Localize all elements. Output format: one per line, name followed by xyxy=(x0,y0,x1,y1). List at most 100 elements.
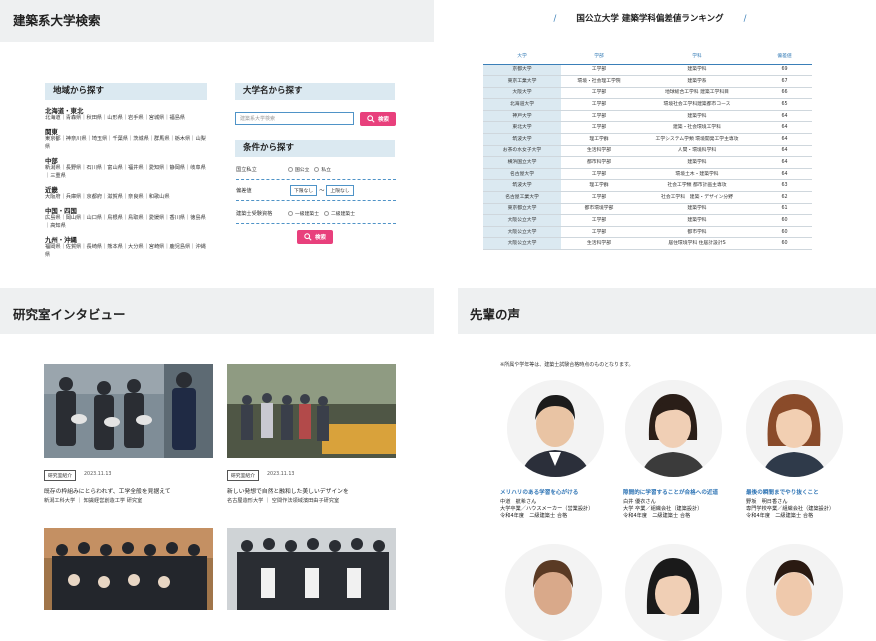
rank-university[interactable]: 大阪公立大学 xyxy=(483,214,561,227)
name-search-label: 大学名から探す xyxy=(235,83,395,100)
rank-faculty: 工学部 xyxy=(561,214,637,227)
voice-name-2: 白井 優衣さん 大学 卒業／組織会社（建築設計） 令和4年度 二級建築士 合格 xyxy=(623,499,703,519)
voice-head-3[interactable]: 最後の瞬間までやり抜くこと xyxy=(746,488,819,496)
rank-score: 64 xyxy=(757,145,812,158)
cond-row-license: 建築士受験資格 一級建築士 二級建築士 xyxy=(236,204,396,224)
table-row: お茶の水女子大学 生活科学部 人間・環境科学科 64 xyxy=(483,145,812,158)
rank-faculty: 理工学群 xyxy=(561,179,637,193)
region-label: 地域から探す xyxy=(45,83,207,100)
voices-note: ※所属や学年等は、建築士試験合格時点のものとなります。 xyxy=(500,362,634,368)
rank-score: 69 xyxy=(757,64,812,77)
voice-photo-1[interactable] xyxy=(507,380,604,477)
interview-title: 研究室インタビュー xyxy=(13,307,126,322)
region-kyushu[interactable]: 九州・沖縄 福岡県｜佐賀県｜長崎県｜熊本県｜大分県｜宮崎県｜鹿児島県｜沖縄県 xyxy=(45,236,210,261)
rank-university[interactable]: 北海道大学 xyxy=(483,98,561,111)
rank-university[interactable]: お茶の水女子大学 xyxy=(483,145,561,158)
interview-header: 研究室インタビュー xyxy=(0,288,434,334)
rank-university[interactable]: 大阪大学 xyxy=(483,87,561,100)
rank-university[interactable]: 筑波大学 xyxy=(483,133,561,146)
university-name-input[interactable]: 建築系大学検索 xyxy=(235,112,354,125)
ranking-table: 大学 学部 学科 偏差値 京都大学 工学部 建築学科 69 東京工業大学 環境・社会理工学… xyxy=(483,47,812,250)
interview-photo-2[interactable] xyxy=(227,364,396,458)
condition-search-button[interactable]: 検索 xyxy=(297,230,333,244)
rank-faculty: 工学部 xyxy=(561,110,637,123)
rank-university[interactable]: 筑波大学 xyxy=(483,179,561,193)
rank-department: 環境社会工学科建築都市コース xyxy=(637,98,757,111)
interview-date-1: 2023.11.13 xyxy=(84,472,112,477)
rank-faculty: 工学部 xyxy=(561,98,637,111)
rank-score: 64 xyxy=(757,168,812,181)
rank-score: 64 xyxy=(757,110,812,123)
checkbox-second-class[interactable]: 二級建築士 xyxy=(324,210,355,217)
radio-public[interactable]: 国公立 xyxy=(288,166,309,173)
table-header: 大学 学部 学科 偏差値 xyxy=(483,47,812,65)
table-row: 横浜国立大学 都市科学部 建築学科 64 xyxy=(483,156,812,169)
rank-department: 建築学科 xyxy=(637,64,757,77)
rank-faculty: 環境・社会理工学院 xyxy=(561,75,637,88)
voice-photo-2[interactable] xyxy=(625,380,722,477)
rank-department: 環境土木・建築学科 xyxy=(637,168,757,181)
rank-score: 64 xyxy=(757,121,812,135)
deviation-max-select[interactable]: 上限なし xyxy=(326,185,354,196)
rank-university[interactable]: 名古屋大学 xyxy=(483,168,561,181)
table-row: 筑波大学 理工学群 社会工学類 都市計画主専攻 63 xyxy=(483,179,812,193)
interview-photo-1[interactable] xyxy=(44,364,213,458)
name-search-button[interactable]: 検索 xyxy=(360,112,396,126)
region-chubu[interactable]: 中部 新潟県｜長野県｜石川県｜富山県｜福井県｜愛知県｜静岡県｜岐阜県｜三重県 xyxy=(45,157,210,182)
voice-photo-4[interactable] xyxy=(505,544,602,641)
deviation-min-select[interactable]: 下限なし xyxy=(290,185,318,196)
rank-university[interactable]: 神戸大学 xyxy=(483,110,561,123)
rank-department: 建築学科 xyxy=(637,203,757,216)
interview-photo-4[interactable] xyxy=(227,528,396,610)
checkbox-first-class[interactable]: 一級建築士 xyxy=(288,210,319,217)
rank-score: 66 xyxy=(757,87,812,100)
rank-score: 61 xyxy=(757,203,812,216)
rank-score: 63 xyxy=(757,179,812,193)
rank-university[interactable]: 横浜国立大学 xyxy=(483,156,561,169)
region-kanto[interactable]: 関東 東京都｜神奈川県｜埼玉県｜千葉県｜茨城県｜群馬県｜栃木県｜山梨県 xyxy=(45,128,210,153)
rank-department: 都市学科 xyxy=(637,226,757,239)
rank-score: 62 xyxy=(757,191,812,204)
interview-tag-2: 研究室紹介 xyxy=(227,470,259,481)
rank-department: 建築学系 xyxy=(637,75,757,88)
voice-photo-5[interactable] xyxy=(625,544,722,641)
rank-faculty: 工学部 xyxy=(561,168,637,181)
cond-row-deviation: 偏差値 下限なし 〜 上限なし xyxy=(236,181,396,201)
interview-photo-3[interactable] xyxy=(44,528,213,610)
voices-title: 先輩の声 xyxy=(470,307,521,322)
table-row: 大阪公立大学 生活科学部 居住環境学科 住居計設計S 60 xyxy=(483,237,812,250)
radio-private[interactable]: 私立 xyxy=(314,166,331,173)
interview-title-1[interactable]: 既存の枠組みにとらわれず、工学全般を見据えて xyxy=(44,486,171,495)
table-row: 名古屋工業大学 工学部 社会工学科 建築・デザイン分野 62 xyxy=(483,191,812,204)
table-row: 大阪公立大学 工学部 建築学科 60 xyxy=(483,214,812,227)
interview-title-2[interactable]: 新しい発想で自然と融和した美しいデザインを xyxy=(227,486,349,495)
rank-university[interactable]: 東京工業大学 xyxy=(483,75,561,88)
table-row: 大阪公立大学 工学部 都市学科 60 xyxy=(483,226,812,239)
search-icon xyxy=(367,115,375,123)
rank-score: 65 xyxy=(757,98,812,111)
rank-faculty: 工学部 xyxy=(561,191,637,204)
cond-row-type: 国立私立 国公立 私立 xyxy=(236,160,396,180)
voice-photo-3[interactable] xyxy=(746,380,843,477)
rank-faculty: 都市環境学部 xyxy=(561,203,637,216)
rank-university[interactable]: 東北大学 xyxy=(483,121,561,135)
rank-university[interactable]: 名古屋工業大学 xyxy=(483,191,561,204)
region-hokkaido[interactable]: 北海道・東北 北海道｜青森県｜秋田県｜山形県｜岩手県｜宮城県｜福島県 xyxy=(45,107,210,125)
rank-university[interactable]: 東京都立大学 xyxy=(483,203,561,216)
table-row: 東京都立大学 都市環境学部 建築学科 61 xyxy=(483,203,812,216)
rank-faculty: 都市科学部 xyxy=(561,156,637,169)
rank-university[interactable]: 大阪公立大学 xyxy=(483,237,561,250)
rank-score: 60 xyxy=(757,237,812,250)
voices-header: 先輩の声 xyxy=(458,288,876,334)
region-chugoku-shikoku[interactable]: 中国・四国 広島県｜岡山県｜山口県｜鳥根県｜鳥取県｜愛媛県｜香川県｜徳島県｜高知… xyxy=(45,207,210,232)
voice-head-2[interactable]: 隙間的に学習することが合格への近道 xyxy=(623,488,718,496)
table-row: 東北大学 工学部 建築・社会環境工学科 64 xyxy=(483,121,812,135)
table-row: 筑波大学 理工学群 工学システム学類 環境開発工学主専攻 64 xyxy=(483,133,812,146)
region-kinki[interactable]: 近畿 大阪府｜兵庫県｜京都府｜滋賀県｜奈良県｜和歌山県 xyxy=(45,186,210,204)
voice-photo-6[interactable] xyxy=(746,544,843,641)
rank-university[interactable]: 大阪公立大学 xyxy=(483,226,561,239)
interview-date-2: 2023.11.13 xyxy=(267,472,295,477)
rank-faculty: 工学部 xyxy=(561,226,637,239)
voice-head-1[interactable]: メリハリのある学習を心がける xyxy=(500,488,578,496)
rank-university[interactable]: 京都大学 xyxy=(483,64,561,77)
